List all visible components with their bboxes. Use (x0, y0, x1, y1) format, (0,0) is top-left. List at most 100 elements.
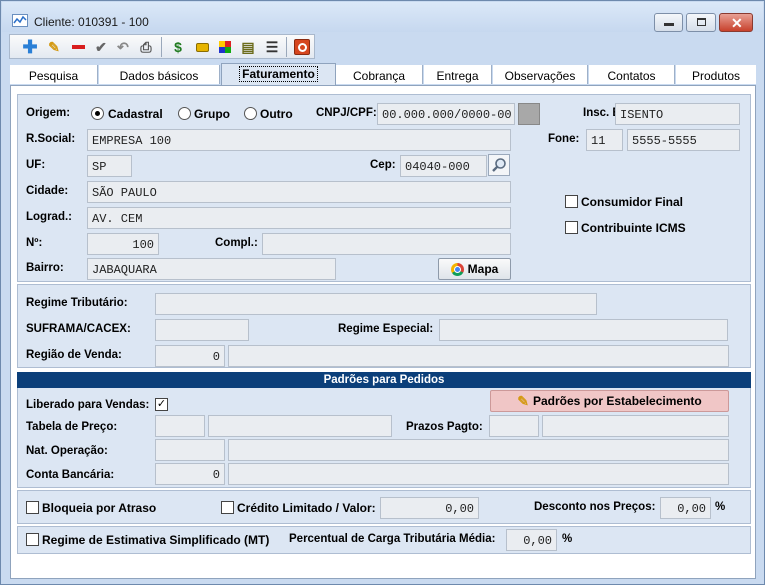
compl-input[interactable] (262, 233, 511, 255)
app-icon (12, 14, 28, 27)
conta-bancaria-desc-input (228, 463, 729, 485)
undo-icon[interactable]: ↶ (113, 37, 133, 57)
cnpj-input[interactable]: 00.000.000/0000-00 (377, 103, 515, 125)
percentual-carga-label: Percentual de Carga Tributária Média: (289, 533, 496, 545)
add-icon[interactable]: ✚ (20, 37, 40, 57)
percentual-unit: % (562, 533, 573, 545)
nat-operacao-code-input[interactable] (155, 439, 225, 461)
bairro-label: Bairro: (26, 262, 64, 274)
origem-cadastral-label[interactable]: Cadastral (108, 107, 163, 121)
consumidor-final-label[interactable]: Consumidor Final (581, 195, 683, 209)
estimativa-group: Regime de Estimativa Simplificado (MT) P… (17, 526, 751, 554)
insc-est-input[interactable]: ISENTO (615, 103, 740, 125)
print-icon[interactable]: ⎙ (136, 37, 156, 57)
liberado-vendas-checkbox[interactable]: ✓ (155, 398, 168, 411)
tab-bar: Pesquisa Dados básicos Faturamento Cobra… (10, 63, 756, 85)
confirm-icon[interactable]: ✔ (91, 37, 111, 57)
finance-icon[interactable]: $ (168, 37, 188, 57)
tab-pesquisa[interactable]: Pesquisa (10, 65, 98, 84)
tabela-preco-desc-input (208, 415, 392, 437)
rsocial-label: R.Social: (26, 133, 76, 145)
cidade-input[interactable]: SÃO PAULO (87, 181, 511, 203)
cep-input[interactable]: 04040-000 (400, 155, 487, 177)
tax-group: Regime Tributário: SUFRAMA/CACEX: Regime… (17, 284, 751, 368)
minimize-button[interactable] (654, 13, 683, 32)
minimize-icon (664, 23, 674, 26)
origem-grupo-radio[interactable] (178, 107, 191, 120)
regime-tributario-label: Regime Tributário: (26, 297, 128, 309)
numero-label: Nº: (26, 237, 43, 249)
conta-bancaria-code-input[interactable]: 0 (155, 463, 225, 485)
tab-faturamento[interactable]: Faturamento (221, 63, 336, 85)
regime-especial-label: Regime Especial: (338, 323, 434, 335)
origem-outro-label[interactable]: Outro (260, 107, 293, 121)
prazos-pagto-desc-input (542, 415, 729, 437)
close-button[interactable]: ✕ (719, 13, 753, 32)
contribuinte-icms-checkbox[interactable] (565, 221, 578, 234)
lograd-input[interactable]: AV. CEM (87, 207, 511, 229)
tab-contatos[interactable]: Contatos (589, 65, 675, 84)
padroes-estabelecimento-button[interactable]: ✎ Padrões por Estabelecimento (490, 390, 729, 412)
exit-button[interactable] (292, 37, 312, 57)
origem-outro-radio[interactable] (244, 107, 257, 120)
desconto-precos-label: Desconto nos Preços: (534, 501, 656, 513)
toolbar-separator (286, 37, 287, 57)
lograd-label: Lograd.: (26, 211, 72, 223)
regime-estimativa-label[interactable]: Regime de Estimativa Simplificado (MT) (42, 533, 269, 547)
percentual-carga-input[interactable]: 0,00 (506, 529, 557, 551)
window-title: Cliente: 010391 - 100 (34, 15, 149, 29)
compl-label: Compl.: (215, 237, 258, 249)
pencil-icon: ✎ (517, 392, 529, 409)
checkmark-icon: ✓ (156, 398, 167, 410)
consumidor-final-checkbox[interactable] (565, 195, 578, 208)
credito-limitado-checkbox[interactable] (221, 501, 234, 514)
regime-tributario-input[interactable] (155, 293, 597, 315)
edit-icon[interactable]: ✎ (44, 37, 64, 57)
credito-limitado-label[interactable]: Crédito Limitado / Valor: (237, 501, 376, 515)
tab-produtos[interactable]: Produtos (676, 65, 756, 84)
bloqueia-atraso-checkbox[interactable] (26, 501, 39, 514)
grid-icon[interactable] (215, 37, 235, 57)
fone-number-input[interactable]: 5555-5555 (627, 129, 740, 151)
tabela-preco-code-input[interactable] (155, 415, 205, 437)
origem-cadastral-radio[interactable] (91, 107, 104, 120)
regime-estimativa-checkbox[interactable] (26, 533, 39, 546)
tab-entrega[interactable]: Entrega (424, 65, 492, 84)
documents-icon[interactable]: ▤ (238, 37, 258, 57)
origem-grupo-label[interactable]: Grupo (194, 107, 230, 121)
rsocial-input[interactable]: EMPRESA 100 (87, 129, 511, 151)
credit-group: Bloqueia por Atraso Crédito Limitado / V… (17, 490, 751, 524)
tag-icon[interactable] (192, 37, 212, 57)
regime-especial-input[interactable] (439, 319, 728, 341)
uf-label: UF: (26, 159, 46, 171)
cnpj-status-indicator (518, 103, 540, 125)
search-icon (492, 158, 506, 172)
mapa-button[interactable]: Mapa (438, 258, 511, 280)
contribuinte-icms-label[interactable]: Contribuinte ICMS (581, 221, 686, 235)
credito-valor-input[interactable]: 0,00 (380, 497, 479, 519)
tab-dados-basicos[interactable]: Dados básicos (99, 65, 220, 84)
suframa-input[interactable] (155, 319, 249, 341)
title-bar[interactable]: Cliente: 010391 - 100 ✕ (2, 2, 763, 32)
bloqueia-atraso-label[interactable]: Bloqueia por Atraso (42, 501, 156, 515)
tab-cobranca[interactable]: Cobrança (336, 65, 423, 84)
bairro-input[interactable]: JABAQUARA (87, 258, 336, 280)
close-icon: ✕ (731, 15, 743, 31)
suframa-label: SUFRAMA/CACEX: (26, 323, 131, 335)
uf-input[interactable]: SP (87, 155, 132, 177)
maximize-button[interactable] (686, 13, 716, 32)
desconto-precos-input[interactable]: 0,00 (660, 497, 711, 519)
tab-observacoes[interactable]: Observações (493, 65, 588, 84)
prazos-pagto-code-input[interactable] (489, 415, 539, 437)
fone-ddd-input[interactable]: 11 (586, 129, 623, 151)
cep-search-button[interactable] (488, 154, 510, 176)
address-group: Origem: Cadastral Grupo Outro CNPJ/CPF: … (17, 94, 751, 282)
numero-input[interactable]: 100 (87, 233, 159, 255)
delete-icon[interactable] (68, 37, 88, 57)
report-icon[interactable]: ☰ (262, 37, 282, 57)
regiao-code-input[interactable]: 0 (155, 345, 225, 367)
map-icon (450, 262, 464, 276)
maximize-icon (697, 18, 706, 26)
cnpj-label: CNPJ/CPF: (316, 107, 377, 119)
prazos-pagto-label: Prazos Pagto: (406, 421, 483, 433)
